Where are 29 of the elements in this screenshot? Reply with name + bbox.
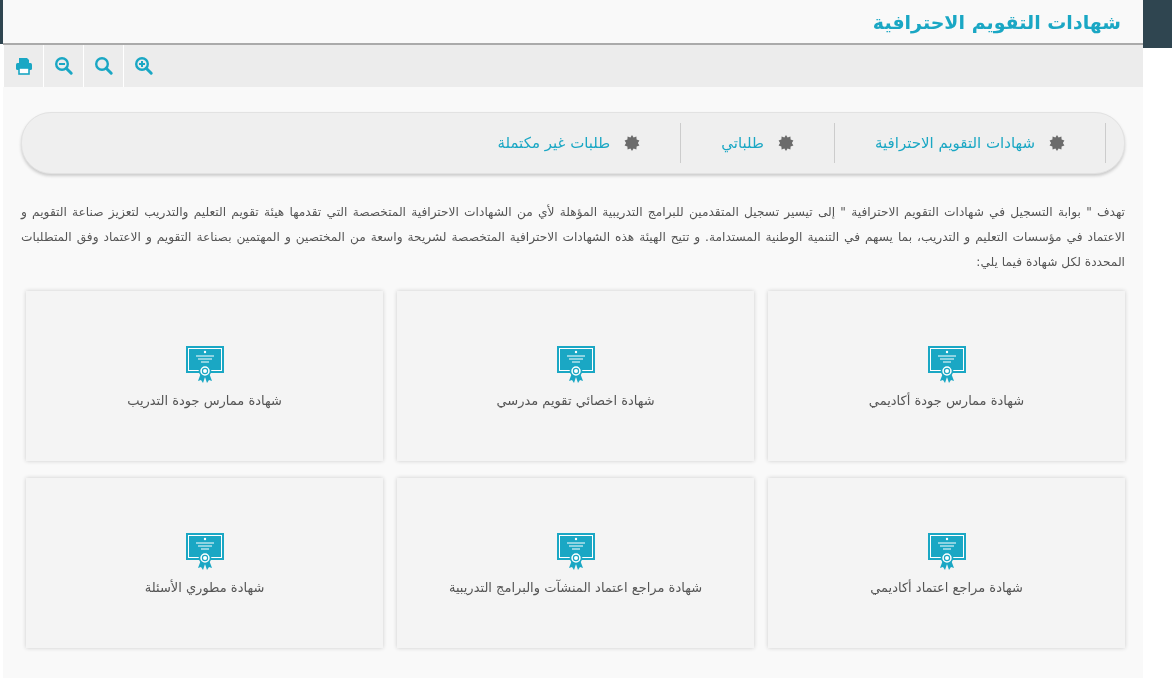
certificate-card[interactable]: شهادة اخصائي تقويم مدرسي: [397, 291, 754, 461]
certificate-icon: [184, 344, 225, 383]
certificate-title: شهادة ممارس جودة أكاديمي: [868, 392, 1025, 408]
certificate-icon: [555, 531, 596, 570]
certificate-card[interactable]: شهادة مراجع اعتماد المنشآت والبرامج التدريبية: [397, 478, 754, 648]
badge-icon: [1049, 135, 1065, 151]
side-panel-edge: [0, 0, 3, 44]
intro-paragraph: تهدف " بوابة التسجيل في شهادات التقويم الاحترافية " إلى تيسير تسجيل المتقدمين للبرامج التدريبية المؤهلة لأي من الشهادات الاحترافية المتخصصة التي تقدمها هيئة تقويم التعليم والتدريب لتعزيز صناعة التقويم و الاعتماد في مؤسسات التعليم و التدريب، بما يسهم في التنمية الوطنية المستدامة. و تتيح الهيئة هذه الشهادات الاحترافية المتخصصة لشريحة واسعة من المختصين و المهتمين بصناعة التقويم و الاعتماد وفق المتطلبات المحددة لكل شهادة فيما يلي:: [21, 203, 1125, 271]
zoom-out-icon: [53, 56, 74, 76]
certificate-title: شهادة مراجع اعتماد أكاديمي: [870, 579, 1023, 595]
certificate-title: شهادة اخصائي تقويم مدرسي: [496, 392, 655, 408]
page-title: شهادات التقويم الاحترافية: [872, 10, 1121, 33]
certificate-icon: [926, 531, 967, 570]
certificate-icon: [926, 344, 967, 383]
certificate-card[interactable]: شهادة ممارس جودة أكاديمي: [768, 291, 1125, 461]
certificate-icon: [184, 531, 225, 570]
certificate-title: شهادة مطوري الأسئلة: [144, 579, 265, 595]
certificate-card[interactable]: شهادة مراجع اعتماد أكاديمي: [768, 478, 1125, 648]
certificate-title: شهادة ممارس جودة التدريب: [127, 392, 282, 408]
print-icon: [13, 56, 34, 76]
search-icon: [93, 56, 114, 76]
certificate-title: شهادة مراجع اعتماد المنشآت والبرامج التدريبية: [448, 579, 703, 595]
side-panel-edge: [1143, 0, 1172, 48]
zoom-in-icon: [133, 56, 154, 76]
certificate-card[interactable]: شهادة مطوري الأسئلة: [26, 478, 383, 648]
certificate-card[interactable]: شهادة ممارس جودة التدريب: [26, 291, 383, 461]
badge-icon: [624, 135, 641, 151]
certificate-icon: [555, 344, 596, 383]
badge-icon: [777, 135, 794, 151]
